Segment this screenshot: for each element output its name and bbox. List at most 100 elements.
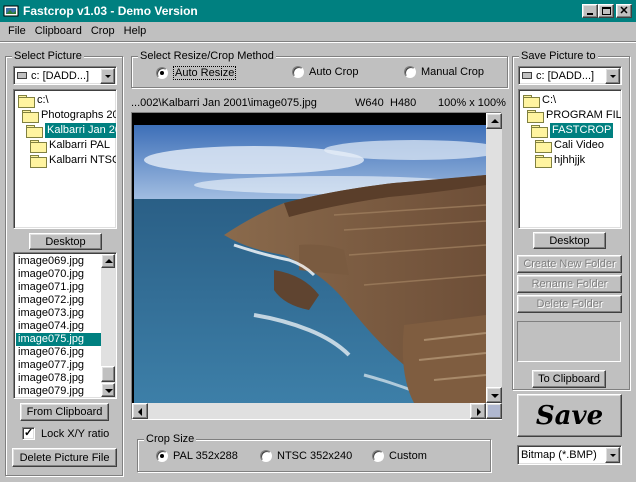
dest-folder-tree[interactable]: C:\ PROGRAM FILE FASTCROP Cali Video hjhhjjk (518, 89, 622, 229)
file-list-item[interactable]: image074.jpg (16, 320, 102, 333)
arrow-left-icon (138, 408, 142, 416)
folder-item[interactable]: Kalbarri PAL (18, 138, 116, 153)
manual-crop-radio[interactable]: Manual Crop (404, 66, 484, 78)
close-button[interactable]: ✕ (616, 4, 632, 18)
lock-ratio-label: Lock X/Y ratio (41, 427, 110, 440)
source-drive-dropdown-button[interactable] (100, 68, 115, 84)
file-list-item[interactable]: image070.jpg (16, 268, 102, 281)
checkmark-icon: ✓ (24, 427, 34, 439)
app-icon (3, 3, 19, 19)
folder-label: Kalbarri Jan 200 (45, 123, 116, 138)
folder-item[interactable]: FASTCROP (523, 123, 621, 138)
scroll-left-button[interactable] (132, 403, 148, 419)
scroll-thumb[interactable] (101, 366, 115, 382)
drive-icon (17, 72, 27, 79)
rename-folder-button[interactable]: Rename Folder (517, 275, 622, 293)
source-drive-value: c: [DADD...] (31, 70, 90, 82)
radio-indicator (156, 67, 168, 79)
scroll-up-button[interactable] (486, 113, 502, 129)
folder-item[interactable]: c:\ (18, 93, 116, 108)
file-list-item[interactable]: image077.jpg (16, 359, 102, 372)
arrow-up-icon (491, 119, 499, 123)
preview-vertical-scrollbar[interactable] (486, 113, 502, 403)
folder-icon (523, 95, 540, 108)
folder-label: Cali Video (554, 139, 604, 151)
file-list[interactable]: image069.jpg image070.jpg image071.jpg imag… (13, 252, 117, 399)
chevron-down-icon (105, 75, 111, 78)
scroll-down-button[interactable] (486, 387, 502, 403)
crop-size-label: Crop Size (144, 433, 197, 446)
folder-icon (531, 125, 548, 138)
menu-clipboard[interactable]: Clipboard (35, 24, 82, 40)
chevron-down-icon (610, 75, 616, 78)
file-list-item[interactable]: image079.jpg (16, 385, 102, 398)
auto-resize-radio[interactable]: Auto Resize (156, 66, 237, 80)
create-folder-button[interactable]: Create New Folder (517, 255, 622, 273)
ntsc-radio[interactable]: NTSC 352x240 (260, 450, 352, 462)
file-list-item[interactable]: image071.jpg (16, 281, 102, 294)
file-path: ...002\Kalbarri Jan 2001\image075.jpg (131, 97, 317, 109)
dest-drive-dropdown-button[interactable] (605, 68, 620, 84)
file-list-item[interactable]: image078.jpg (16, 372, 102, 385)
folder-icon (527, 110, 544, 123)
title-bar: Fastcrop v1.03 - Demo Version ✕ (0, 0, 636, 22)
size-grip-icon[interactable] (486, 403, 502, 419)
folder-icon (535, 140, 552, 153)
source-folder-tree[interactable]: c:\Photographs 200Kalbarri Jan 200Kalbar… (13, 89, 117, 229)
folder-icon (22, 110, 39, 123)
arrow-down-icon (491, 394, 499, 398)
auto-crop-radio[interactable]: Auto Crop (292, 66, 359, 78)
arrow-up-icon (105, 259, 113, 263)
image-width: W640 (355, 97, 384, 109)
menu-help[interactable]: Help (124, 24, 147, 40)
folder-item[interactable]: Kalbarri NTSC (18, 153, 116, 168)
source-desktop-button[interactable]: Desktop (29, 233, 102, 250)
ntsc-label: NTSC 352x240 (277, 450, 353, 462)
file-list-scrollbar[interactable] (101, 254, 115, 397)
minimize-button[interactable] (582, 4, 598, 18)
checkbox-box[interactable]: ✓ (22, 427, 35, 440)
manual-crop-label: Manual Crop (421, 66, 484, 78)
radio-indicator (372, 450, 384, 462)
zoom-level: 100% x 100% (438, 97, 506, 109)
menu-crop[interactable]: Crop (91, 24, 115, 40)
file-list-item[interactable]: image072.jpg (16, 294, 102, 307)
auto-resize-label: Auto Resize (173, 66, 237, 80)
folder-item[interactable]: Cali Video (523, 138, 621, 153)
scroll-down-button[interactable] (101, 383, 115, 397)
save-button[interactable]: Save (517, 394, 622, 437)
custom-radio[interactable]: Custom (372, 450, 427, 462)
folder-icon (535, 155, 552, 168)
file-list-item[interactable]: image075.jpg (16, 333, 102, 346)
pal-label: PAL 352x288 (173, 450, 238, 462)
dest-desktop-button[interactable]: Desktop (533, 232, 606, 249)
file-list-item[interactable]: image069.jpg (16, 255, 102, 268)
folder-item[interactable]: Kalbarri Jan 200 (18, 123, 116, 138)
maximize-button[interactable] (598, 4, 614, 18)
radio-indicator (292, 66, 304, 78)
folder-item[interactable]: C:\ (523, 93, 621, 108)
scroll-right-button[interactable] (470, 403, 486, 419)
auto-crop-label: Auto Crop (309, 66, 359, 78)
delete-folder-button[interactable]: Delete Folder (517, 295, 622, 313)
format-select[interactable]: Bitmap (*.BMP) (517, 445, 622, 465)
delete-picture-button[interactable]: Delete Picture File (12, 448, 117, 467)
folder-label: hjhhjjk (554, 154, 586, 166)
pal-radio[interactable]: PAL 352x288 (156, 450, 238, 462)
lock-ratio-checkbox[interactable]: ✓ Lock X/Y ratio (22, 427, 109, 440)
from-clipboard-button[interactable]: From Clipboard (20, 403, 109, 421)
dest-drive-select[interactable]: c: [DADD...] (518, 66, 622, 85)
source-drive-select[interactable]: c: [DADD...] (13, 66, 117, 85)
folder-item[interactable]: PROGRAM FILE (523, 108, 621, 123)
preview-image (134, 125, 486, 403)
menu-file[interactable]: File (8, 24, 26, 40)
file-list-item[interactable]: image073.jpg (16, 307, 102, 320)
to-clipboard-button[interactable]: To Clipboard (532, 370, 606, 388)
scroll-up-button[interactable] (101, 254, 115, 268)
folder-item[interactable]: Photographs 200 (18, 108, 116, 123)
folder-item[interactable]: hjhhjjk (523, 153, 621, 168)
file-list-item[interactable]: image076.jpg (16, 346, 102, 359)
format-dropdown-button[interactable] (605, 447, 620, 463)
preview-horizontal-scrollbar[interactable] (132, 403, 486, 419)
folder-label: Photographs 200 (41, 109, 117, 121)
